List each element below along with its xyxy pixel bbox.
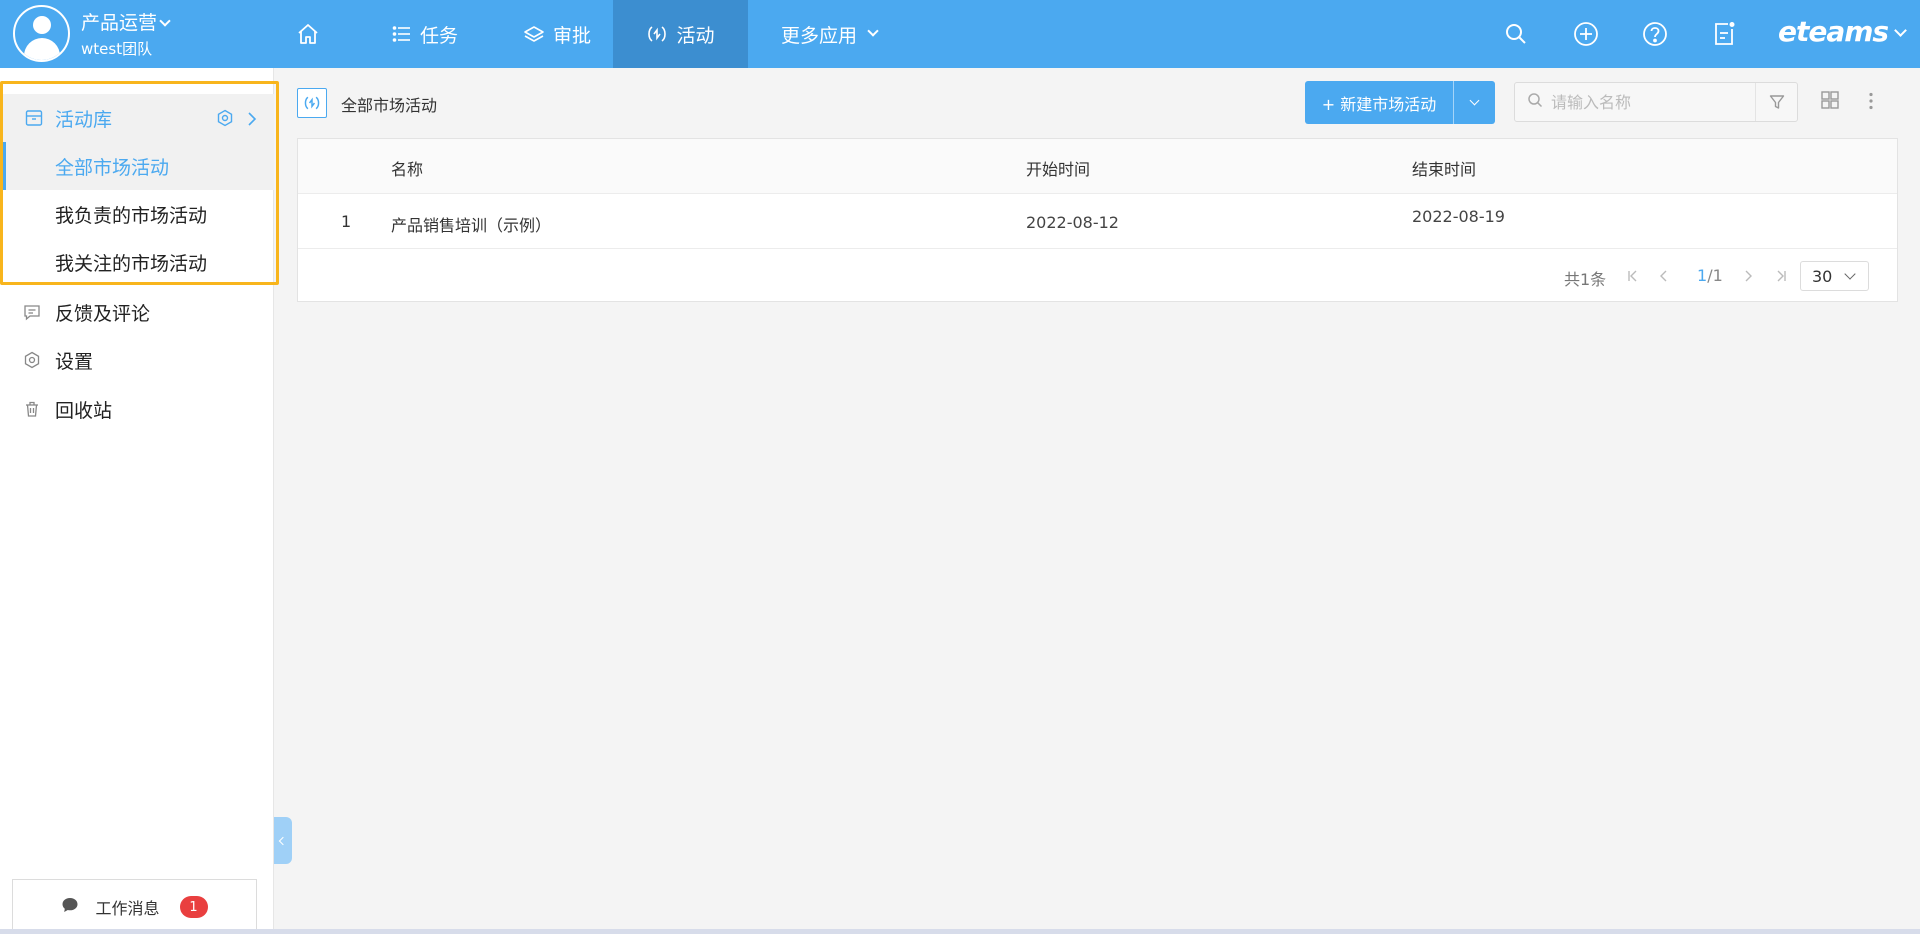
- brand-logo[interactable]: eteams: [1778, 15, 1907, 48]
- sidebar-item-label: 反馈及评论: [55, 302, 151, 325]
- sidebar-item-label: 我负责的市场活动: [55, 204, 208, 227]
- sidebar-item-label: 全部市场活动: [55, 156, 170, 179]
- more-options-icon[interactable]: [1868, 92, 1874, 114]
- sidebar-item-feedback[interactable]: 反馈及评论: [0, 288, 274, 336]
- page-indicator: 1/1: [1697, 266, 1723, 285]
- page-size-value: 30: [1812, 266, 1833, 286]
- nav-more-apps[interactable]: 更多应用: [770, 0, 888, 68]
- nav-tab-activity-label: 活动: [676, 24, 715, 47]
- top-navigation-bar: 产品运营 wtest团队 任务 审批 活动 更多应用 eteams: [0, 0, 1920, 68]
- team-name-label: 产品运营: [81, 12, 158, 34]
- home-icon: [298, 24, 318, 44]
- activity-icon: [648, 26, 667, 42]
- team-switcher[interactable]: 产品运营: [81, 8, 171, 35]
- sidebar: 活动库 全部市场活动 我负责的市场活动 我关注的市场活动 反馈及评论 设置 回收…: [0, 68, 279, 934]
- chevron-down-icon: [1844, 268, 1856, 280]
- nav-home[interactable]: [290, 0, 334, 68]
- chevron-down-icon: [867, 25, 879, 37]
- sidebar-collapse-handle[interactable]: [274, 817, 292, 864]
- comment-icon: [23, 303, 41, 326]
- chat-bubble-icon: [61, 896, 79, 918]
- nav-tab-approval-label: 审批: [552, 24, 591, 47]
- nav-tab-task[interactable]: 任务: [370, 0, 480, 68]
- total-pages: /1: [1707, 266, 1723, 285]
- gear-icon: [23, 351, 41, 374]
- nav-more-apps-label: 更多应用: [780, 24, 857, 47]
- library-settings-gear-icon[interactable]: [216, 109, 234, 131]
- add-circle-icon[interactable]: [1572, 20, 1600, 48]
- chevron-left-icon: [278, 836, 288, 845]
- archive-box-icon: [25, 109, 43, 131]
- column-header-name[interactable]: 名称: [391, 156, 423, 180]
- bottom-border: [0, 929, 1920, 934]
- activity-table: 名称 开始时间 结束时间 1 产品销售培训（示例） 2022-08-12 202…: [297, 138, 1898, 302]
- pagination: 共1条 1/1 30: [298, 249, 1897, 302]
- help-icon[interactable]: [1641, 20, 1669, 48]
- work-message-button[interactable]: 工作消息 1: [12, 879, 257, 934]
- table-header: 名称 开始时间 结束时间: [298, 139, 1897, 194]
- row-index: 1: [341, 212, 352, 231]
- search-icon: [1527, 92, 1543, 112]
- chevron-down-icon: [1469, 95, 1480, 106]
- sidebar-item-my-responsible[interactable]: 我负责的市场活动: [3, 190, 274, 238]
- team-subtitle: wtest团队: [81, 40, 153, 58]
- current-page: 1: [1697, 266, 1708, 285]
- layers-icon: [524, 26, 544, 42]
- first-page-icon[interactable]: [1624, 267, 1642, 285]
- layout-switch-icon[interactable]: [1820, 90, 1840, 114]
- chevron-down-icon: [1894, 24, 1907, 37]
- search-field: [1514, 82, 1798, 122]
- notification-note-icon[interactable]: [1710, 20, 1738, 48]
- search-icon[interactable]: [1502, 20, 1530, 48]
- page-size-select[interactable]: 30: [1800, 261, 1869, 291]
- filter-icon[interactable]: [1755, 83, 1797, 121]
- nav-tab-activity[interactable]: 活动: [613, 0, 748, 68]
- sidebar-item-recycle-bin[interactable]: 回收站: [0, 385, 274, 433]
- sidebar-item-label: 我关注的市场活动: [55, 252, 208, 275]
- table-row[interactable]: 1 产品销售培训（示例） 2022-08-12 2022-08-19: [298, 194, 1897, 249]
- sidebar-item-settings[interactable]: 设置: [0, 336, 274, 384]
- total-count: 共1条: [1564, 270, 1607, 289]
- new-activity-label[interactable]: + 新建市场活动: [1305, 91, 1453, 115]
- brand-name: eteams: [1778, 15, 1889, 48]
- end-time-cell: 2022-08-19: [1412, 207, 1505, 226]
- prev-page-icon[interactable]: [1655, 267, 1673, 285]
- nav-tab-task-label: 任务: [419, 24, 458, 47]
- page-title: 全部市场活动: [341, 96, 438, 115]
- sidebar-item-activity-library[interactable]: 活动库: [3, 94, 274, 142]
- unread-count-badge: 1: [179, 896, 208, 918]
- nav-tab-approval[interactable]: 审批: [505, 0, 609, 68]
- sidebar-item-activity-library-label: 活动库: [55, 108, 113, 131]
- activity-name-cell[interactable]: 产品销售培训（示例）: [391, 212, 551, 236]
- sidebar-item-label: 设置: [55, 350, 94, 373]
- chevron-down-icon: [159, 15, 171, 27]
- new-activity-dropdown[interactable]: [1454, 95, 1495, 106]
- user-avatar[interactable]: [13, 5, 70, 62]
- column-header-end-time[interactable]: 结束时间: [1412, 156, 1476, 180]
- search-input[interactable]: [1551, 92, 1751, 112]
- last-page-icon[interactable]: [1772, 267, 1790, 285]
- list-icon: [392, 26, 410, 42]
- start-time-cell: 2022-08-12: [1026, 213, 1119, 232]
- trash-icon: [23, 400, 41, 423]
- next-page-icon[interactable]: [1739, 267, 1757, 285]
- work-message-label: 工作消息: [95, 899, 160, 918]
- sidebar-item-label: 回收站: [55, 399, 113, 422]
- sidebar-item-all-activities[interactable]: 全部市场活动: [3, 142, 274, 190]
- activity-module-icon: [297, 88, 327, 118]
- chevron-right-icon[interactable]: [246, 111, 258, 130]
- sidebar-item-my-followed[interactable]: 我关注的市场活动: [3, 238, 274, 286]
- column-header-start-time[interactable]: 开始时间: [1026, 156, 1090, 180]
- new-marketing-activity-button[interactable]: + 新建市场活动: [1305, 81, 1495, 124]
